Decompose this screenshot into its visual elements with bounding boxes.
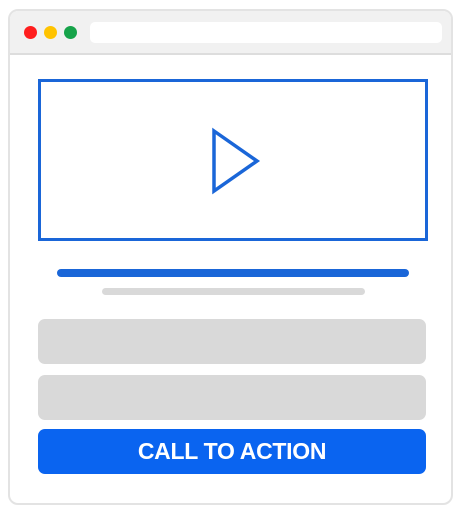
video-player[interactable] <box>38 79 428 241</box>
form-field-2[interactable] <box>38 375 426 420</box>
minimize-window-button[interactable] <box>44 26 57 39</box>
title-bar <box>10 11 451 55</box>
call-to-action-button[interactable]: CALL TO ACTION <box>38 429 426 474</box>
form-field-1[interactable] <box>38 319 426 364</box>
address-bar[interactable] <box>90 22 442 43</box>
browser-window: CALL TO ACTION <box>8 9 453 505</box>
play-icon[interactable] <box>210 127 262 195</box>
subheadline-placeholder-bar <box>102 288 365 295</box>
headline-placeholder-bar <box>57 269 409 277</box>
maximize-window-button[interactable] <box>64 26 77 39</box>
close-window-button[interactable] <box>24 26 37 39</box>
